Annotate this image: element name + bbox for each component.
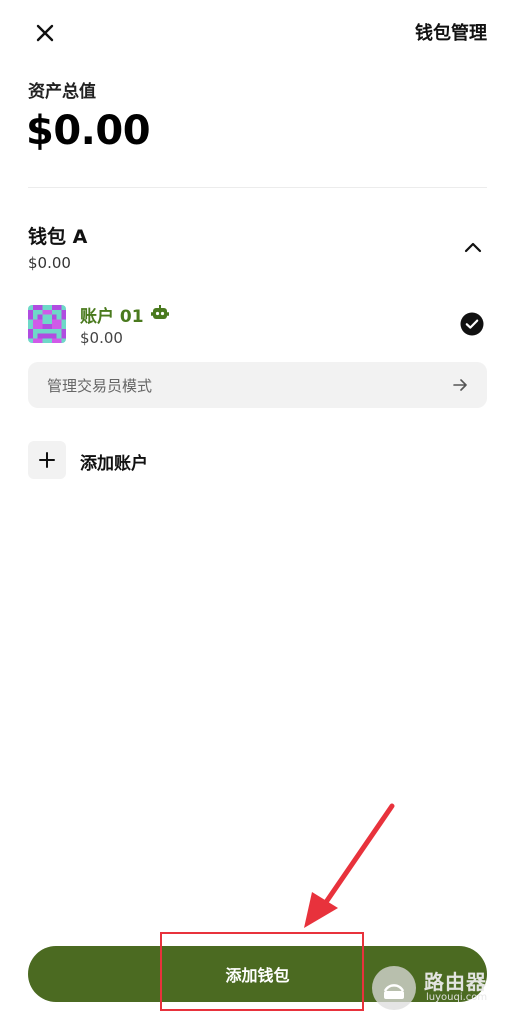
- total-assets-label: 资产总值: [28, 82, 96, 102]
- annotation-highlight-box: [160, 932, 364, 1011]
- plus-icon: [39, 452, 55, 468]
- wallet-name: 钱包 A: [28, 226, 88, 248]
- total-assets-value: $0.00: [26, 108, 151, 154]
- trader-mode-label: 管理交易员模式: [47, 377, 153, 395]
- router-logo-icon: [372, 966, 416, 1010]
- watermark: 路由器 luyouqi.com: [370, 964, 510, 1012]
- add-account-button[interactable]: [28, 441, 66, 479]
- account-value: $0.00: [80, 329, 123, 347]
- account-avatar: [28, 305, 66, 343]
- watermark-subtext: luyouqi.com: [426, 992, 488, 1003]
- account-name: 账户 01: [80, 307, 144, 327]
- bot-icon: [151, 305, 169, 319]
- divider: [28, 187, 487, 188]
- close-icon[interactable]: [30, 18, 60, 48]
- watermark-text: 路由器: [424, 970, 487, 994]
- manage-trader-mode-row[interactable]: 管理交易员模式: [28, 362, 487, 408]
- add-account-label[interactable]: 添加账户: [80, 449, 148, 474]
- wallet-value: $0.00: [28, 254, 71, 272]
- chevron-up-icon[interactable]: [460, 234, 486, 260]
- wallet-management-link[interactable]: 钱包管理: [415, 19, 487, 45]
- arrow-right-icon: [453, 379, 467, 391]
- check-circle-icon[interactable]: [460, 312, 484, 336]
- annotation-arrow-icon: [304, 803, 395, 928]
